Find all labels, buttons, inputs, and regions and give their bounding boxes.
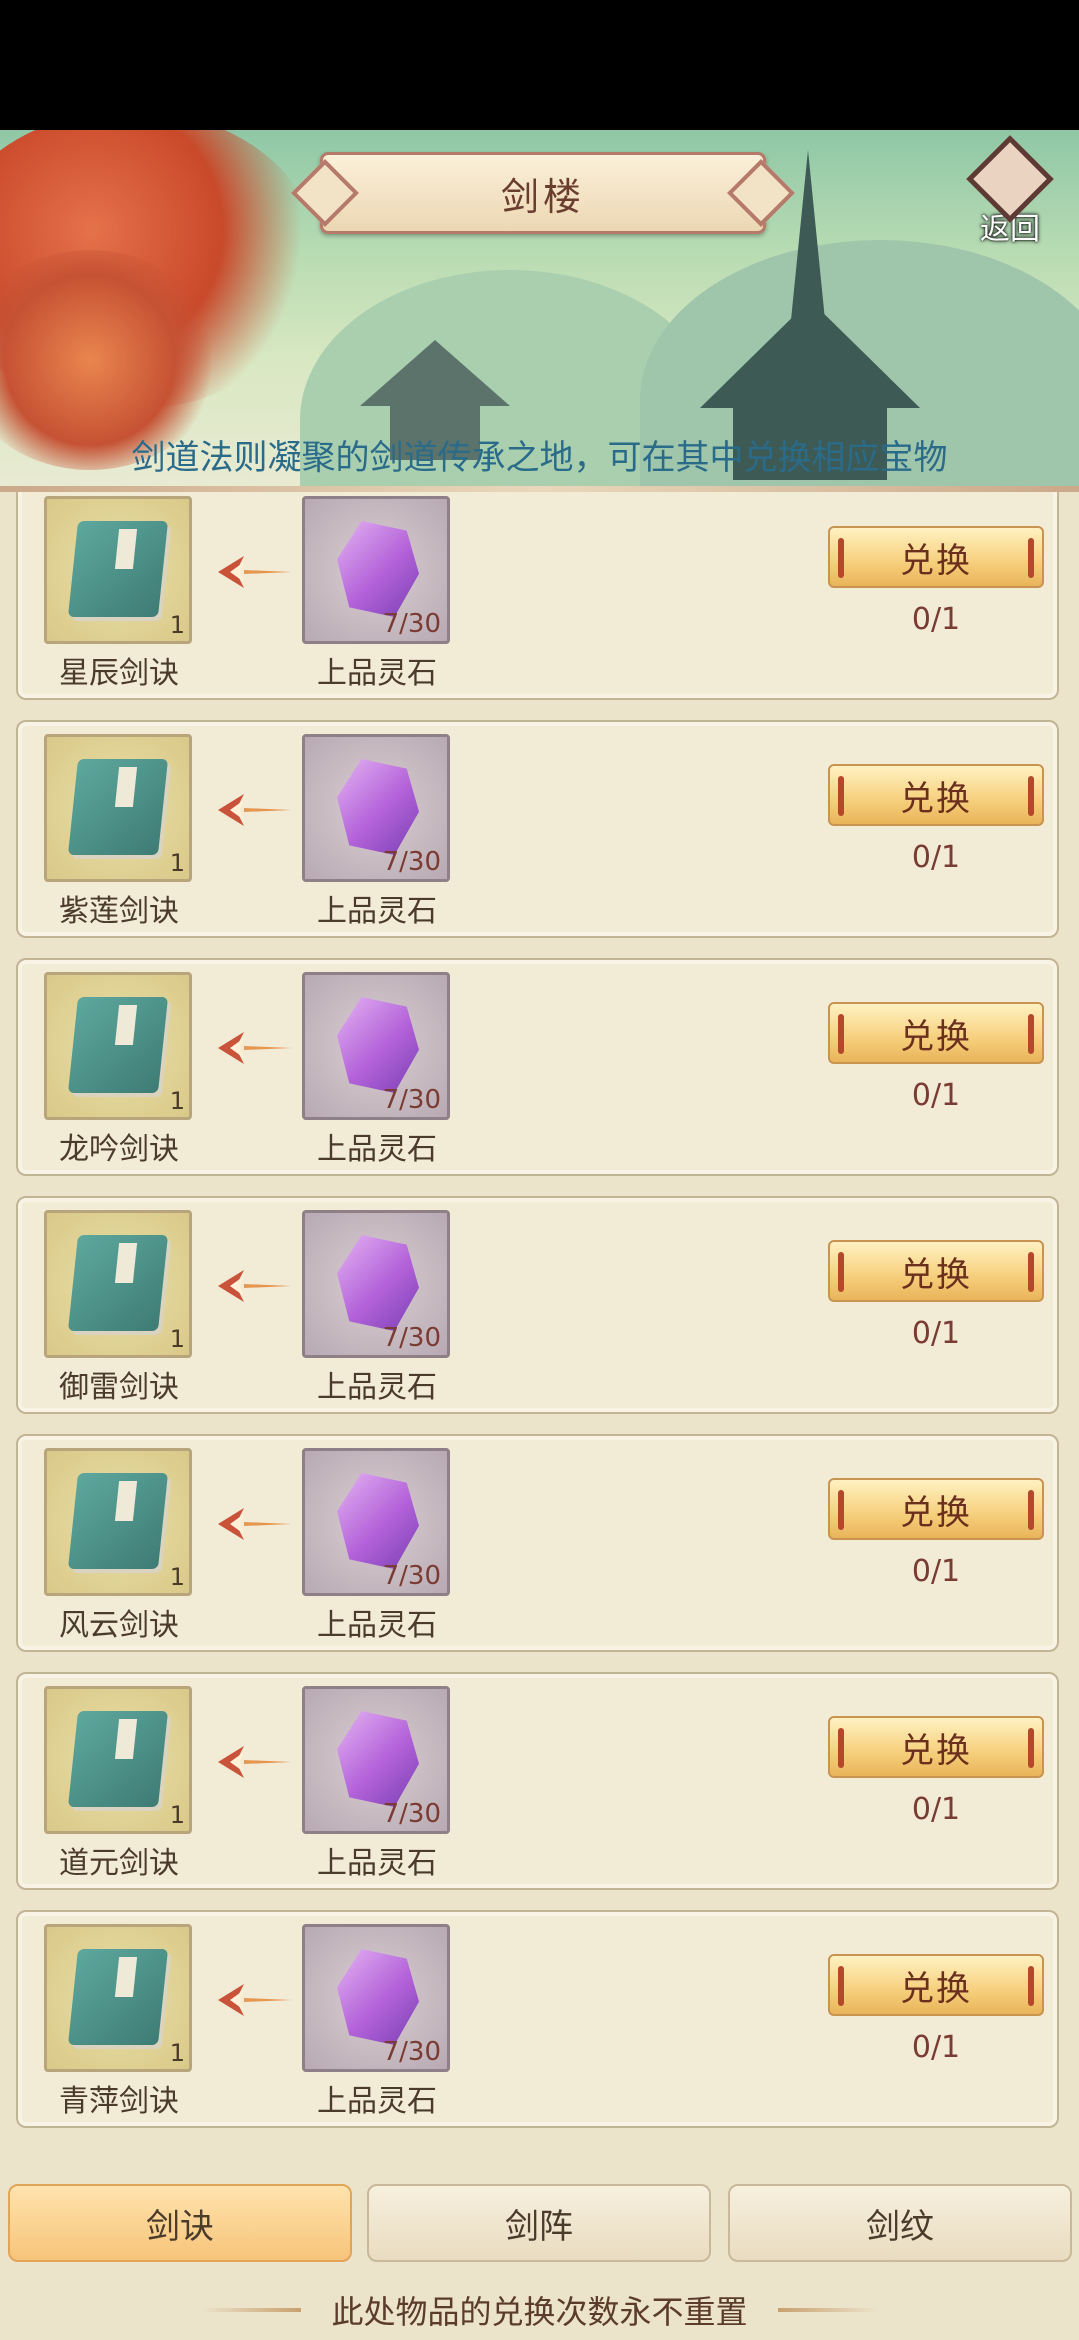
- cost-slot[interactable]: 7/30: [302, 1686, 450, 1834]
- exchange-button[interactable]: 兑换: [828, 1716, 1044, 1778]
- exchange-button[interactable]: 兑换: [828, 1240, 1044, 1302]
- exchange-card: 1 7/30 星辰剑诀 上品灵石 兑换 0/1: [16, 492, 1059, 700]
- exchange-button[interactable]: 兑换: [828, 764, 1044, 826]
- cost-slot[interactable]: 7/30: [302, 972, 450, 1120]
- purple-spirit-stone-icon: [337, 521, 419, 617]
- cost-name: 上品灵石: [317, 1608, 437, 1643]
- cost-name: 上品灵石: [317, 656, 437, 691]
- exchange-arrow-icon: [218, 556, 292, 588]
- exchange-list[interactable]: 1 7/30 星辰剑诀 上品灵石 兑换 0/1 1 7/30 紫莲剑诀 上品灵石…: [0, 492, 1079, 2180]
- exchange-card: 1 7/30 道元剑诀 上品灵石 兑换 0/1: [16, 1672, 1059, 1890]
- cost-name: 上品灵石: [317, 1132, 437, 1167]
- reward-count: 1: [169, 611, 185, 639]
- cost-progress: 7/30: [382, 1561, 441, 1591]
- cost-name: 上品灵石: [317, 894, 437, 929]
- purple-spirit-stone-icon: [337, 1949, 419, 2045]
- spire: [790, 150, 826, 330]
- status-bar: [0, 0, 1079, 130]
- reward-slot[interactable]: 1: [44, 496, 192, 644]
- exchange-limit: 0/1: [911, 1792, 961, 1827]
- exchange-arrow-icon: [218, 1984, 292, 2016]
- reward-count: 1: [169, 1325, 185, 1353]
- exchange-card: 1 7/30 风云剑诀 上品灵石 兑换 0/1: [16, 1434, 1059, 1652]
- cost-name: 上品灵石: [317, 1846, 437, 1881]
- exchange-button[interactable]: 兑换: [828, 1002, 1044, 1064]
- exchange-limit: 0/1: [911, 840, 961, 875]
- exchange-limit: 0/1: [911, 1554, 961, 1589]
- purple-spirit-stone-icon: [337, 1473, 419, 1569]
- tab-sword-pattern[interactable]: 剑纹: [728, 2184, 1072, 2262]
- category-tabs: 剑诀 剑阵 剑纹: [0, 2180, 1079, 2280]
- cost-progress: 7/30: [382, 1799, 441, 1829]
- exchange-button[interactable]: 兑换: [828, 1478, 1044, 1540]
- reward-slot[interactable]: 1: [44, 1210, 192, 1358]
- reward-slot[interactable]: 1: [44, 1686, 192, 1834]
- cost-progress: 7/30: [382, 847, 441, 877]
- exchange-limit: 0/1: [911, 1316, 961, 1351]
- purple-spirit-stone-icon: [337, 997, 419, 1093]
- cost-progress: 7/30: [382, 1085, 441, 1115]
- purple-spirit-stone-icon: [337, 759, 419, 855]
- cost-progress: 7/30: [382, 2037, 441, 2067]
- cost-slot[interactable]: 7/30: [302, 1210, 450, 1358]
- tab-sword-formation[interactable]: 剑阵: [367, 2184, 711, 2262]
- reward-name: 御雷剑诀: [59, 1370, 179, 1405]
- reward-name: 道元剑诀: [59, 1846, 179, 1881]
- cost-name: 上品灵石: [317, 2084, 437, 2119]
- exchange-card: 1 7/30 青萍剑诀 上品灵石 兑换 0/1: [16, 1910, 1059, 2128]
- exchange-card: 1 7/30 紫莲剑诀 上品灵石 兑换 0/1: [16, 720, 1059, 938]
- reward-slot[interactable]: 1: [44, 734, 192, 882]
- exchange-arrow-icon: [218, 1508, 292, 1540]
- tab-sword-manual[interactable]: 剑诀: [8, 2184, 352, 2262]
- exchange-button[interactable]: 兑换: [828, 1954, 1044, 2016]
- reward-name: 龙吟剑诀: [59, 1132, 179, 1167]
- footer-note-bar: 此处物品的兑换次数永不重置: [0, 2280, 1079, 2340]
- page-title-plate: 剑楼: [320, 152, 766, 234]
- page-description: 剑道法则凝聚的剑道传承之地，可在其中兑换相应宝物: [131, 438, 948, 478]
- reward-slot[interactable]: 1: [44, 1924, 192, 2072]
- exchange-card: 1 7/30 御雷剑诀 上品灵石 兑换 0/1: [16, 1196, 1059, 1414]
- cost-progress: 7/30: [382, 609, 441, 639]
- cost-slot[interactable]: 7/30: [302, 496, 450, 644]
- ornament-left-icon: [201, 2308, 302, 2312]
- reward-name: 紫莲剑诀: [59, 894, 179, 929]
- reward-count: 1: [169, 2039, 185, 2067]
- purple-spirit-stone-icon: [337, 1235, 419, 1331]
- exchange-arrow-icon: [218, 1270, 292, 1302]
- exchange-limit: 0/1: [911, 602, 961, 637]
- exchange-arrow-icon: [218, 1746, 292, 1778]
- reward-count: 1: [169, 1087, 185, 1115]
- footer-note: 此处物品的兑换次数永不重置: [331, 2293, 748, 2331]
- reward-name: 星辰剑诀: [59, 656, 179, 691]
- reward-slot[interactable]: 1: [44, 972, 192, 1120]
- ornament-right-icon: [777, 2308, 878, 2312]
- reward-count: 1: [169, 849, 185, 877]
- exchange-card: 1 7/30 龙吟剑诀 上品灵石 兑换 0/1: [16, 958, 1059, 1176]
- exchange-arrow-icon: [218, 794, 292, 826]
- reward-count: 1: [169, 1801, 185, 1829]
- reward-name: 风云剑诀: [59, 1608, 179, 1643]
- reward-count: 1: [169, 1563, 185, 1591]
- cost-slot[interactable]: 7/30: [302, 1924, 450, 2072]
- cost-slot[interactable]: 7/30: [302, 1448, 450, 1596]
- exchange-button[interactable]: 兑换: [828, 526, 1044, 588]
- cost-name: 上品灵石: [317, 1370, 437, 1405]
- reward-slot[interactable]: 1: [44, 1448, 192, 1596]
- page-title: 剑楼: [500, 174, 585, 219]
- cost-progress: 7/30: [382, 1323, 441, 1353]
- cost-slot[interactable]: 7/30: [302, 734, 450, 882]
- back-button[interactable]: 返回: [960, 135, 1060, 250]
- exchange-limit: 0/1: [911, 1078, 961, 1113]
- exchange-limit: 0/1: [911, 2030, 961, 2065]
- exchange-arrow-icon: [218, 1032, 292, 1064]
- reward-name: 青萍剑诀: [59, 2084, 179, 2119]
- purple-spirit-stone-icon: [337, 1711, 419, 1807]
